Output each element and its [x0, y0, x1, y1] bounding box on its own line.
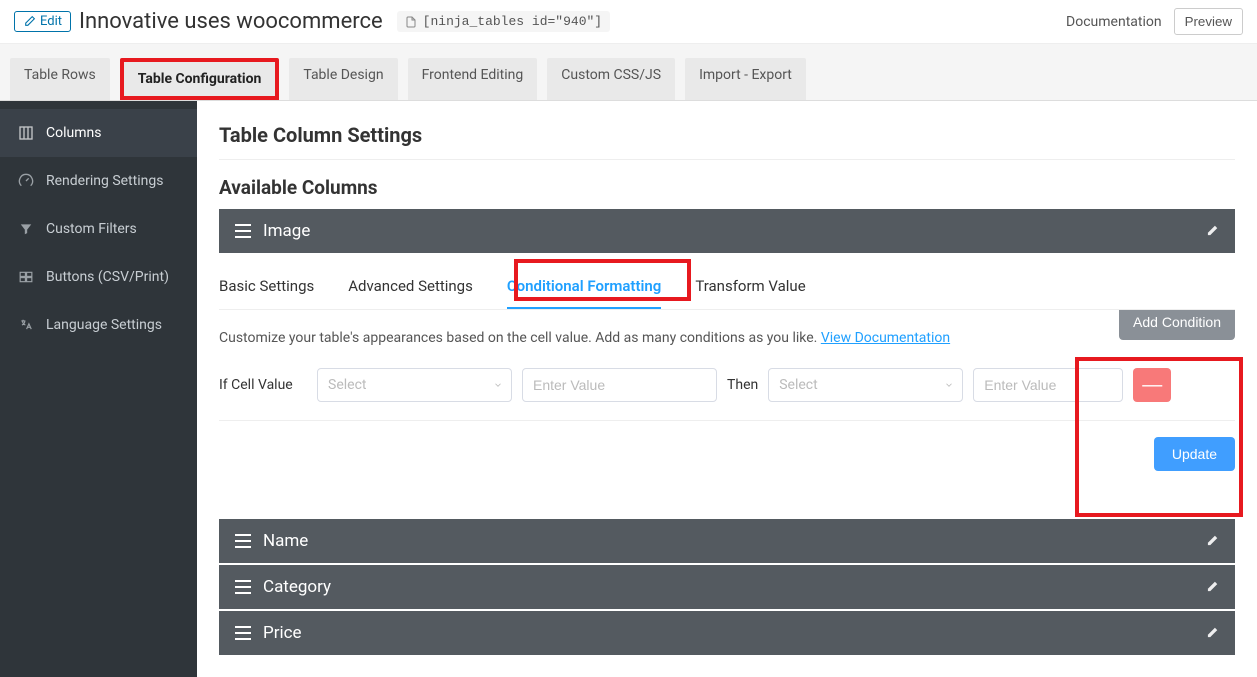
tab-table-design[interactable]: Table Design	[289, 58, 397, 100]
if-operator-select[interactable]: Select	[317, 368, 512, 402]
select-placeholder: Select	[328, 377, 366, 393]
section-title: Table Column Settings	[219, 123, 1235, 160]
if-value-input[interactable]	[522, 368, 717, 402]
sidebar-item-language[interactable]: Language Settings	[0, 301, 197, 349]
buttons-icon	[18, 269, 34, 285]
inner-tab-transform[interactable]: Transform Value	[695, 277, 805, 309]
add-condition-button[interactable]: Add Condition	[1119, 310, 1235, 340]
drag-handle-icon[interactable]	[235, 224, 251, 238]
edit-column-icon[interactable]	[1205, 580, 1219, 594]
conditional-description: Customize your table's appearances based…	[219, 330, 817, 346]
sidebar-item-buttons[interactable]: Buttons (CSV/Print)	[0, 253, 197, 301]
sidebar-item-label: Buttons (CSV/Print)	[46, 269, 169, 285]
chevron-down-icon	[944, 380, 954, 390]
tab-table-configuration[interactable]: Table Configuration	[120, 58, 280, 100]
column-header-price[interactable]: Price	[219, 611, 1235, 655]
documentation-link[interactable]: Documentation	[1066, 14, 1162, 30]
tab-custom-css-js[interactable]: Custom CSS/JS	[547, 58, 675, 100]
sidebar-item-label: Custom Filters	[46, 221, 137, 237]
edit-button-label: Edit	[40, 14, 62, 29]
drag-handle-icon[interactable]	[235, 534, 251, 548]
column-header-category[interactable]: Category	[219, 565, 1235, 609]
view-documentation-link[interactable]: View Documentation	[821, 330, 950, 346]
column-label: Image	[263, 221, 310, 241]
page-title: Innovative uses woocommerce	[79, 9, 383, 34]
sidebar-item-label: Rendering Settings	[46, 173, 163, 189]
if-cell-value-label: If Cell Value	[219, 377, 307, 393]
main-tabs: Table Rows Table Configuration Table Des…	[0, 44, 1257, 101]
columns-icon	[18, 125, 34, 141]
column-header-name[interactable]: Name	[219, 519, 1235, 563]
then-label: Then	[727, 377, 758, 393]
edit-column-icon[interactable]	[1205, 534, 1219, 548]
tab-table-rows[interactable]: Table Rows	[10, 58, 110, 100]
content-area: Table Column Settings Available Columns …	[197, 101, 1257, 677]
column-label: Category	[263, 577, 331, 597]
sidebar-item-label: Language Settings	[46, 317, 162, 333]
inner-tab-advanced[interactable]: Advanced Settings	[348, 277, 473, 309]
language-icon	[18, 317, 34, 333]
sidebar-item-filters[interactable]: Custom Filters	[0, 205, 197, 253]
remove-condition-button[interactable]: —	[1133, 368, 1171, 402]
shortcode-display[interactable]: [ninja_tables id="940"]	[397, 11, 610, 32]
document-icon	[405, 15, 417, 29]
select-placeholder: Select	[779, 377, 817, 393]
sidebar-item-columns[interactable]: Columns	[0, 109, 197, 157]
inner-tabs: Basic Settings Advanced Settings Conditi…	[219, 253, 1235, 310]
drag-handle-icon[interactable]	[235, 626, 251, 640]
then-value-input[interactable]	[973, 368, 1123, 402]
sub-title: Available Columns	[219, 176, 1235, 199]
drag-handle-icon[interactable]	[235, 580, 251, 594]
tab-frontend-editing[interactable]: Frontend Editing	[408, 58, 538, 100]
preview-button[interactable]: Preview	[1174, 8, 1243, 35]
edit-button[interactable]: Edit	[14, 11, 71, 32]
column-label: Price	[263, 623, 302, 643]
chevron-down-icon	[493, 380, 503, 390]
column-header-image[interactable]: Image	[219, 209, 1235, 253]
edit-column-icon[interactable]	[1205, 224, 1219, 238]
sidebar: Columns Rendering Settings Custom Filter…	[0, 101, 197, 677]
then-action-select[interactable]: Select	[768, 368, 963, 402]
update-button[interactable]: Update	[1154, 437, 1235, 471]
sidebar-item-label: Columns	[46, 125, 101, 141]
shortcode-text: [ninja_tables id="940"]	[423, 14, 602, 29]
tachometer-icon	[18, 173, 34, 189]
tab-import-export[interactable]: Import - Export	[685, 58, 806, 100]
column-label: Name	[263, 531, 308, 551]
condition-row: If Cell Value Select Then Select —	[219, 368, 1235, 421]
edit-column-icon[interactable]	[1205, 626, 1219, 640]
inner-tab-basic[interactable]: Basic Settings	[219, 277, 314, 309]
sidebar-item-rendering[interactable]: Rendering Settings	[0, 157, 197, 205]
filter-icon	[18, 221, 34, 237]
inner-tab-conditional[interactable]: Conditional Formatting	[507, 277, 661, 309]
